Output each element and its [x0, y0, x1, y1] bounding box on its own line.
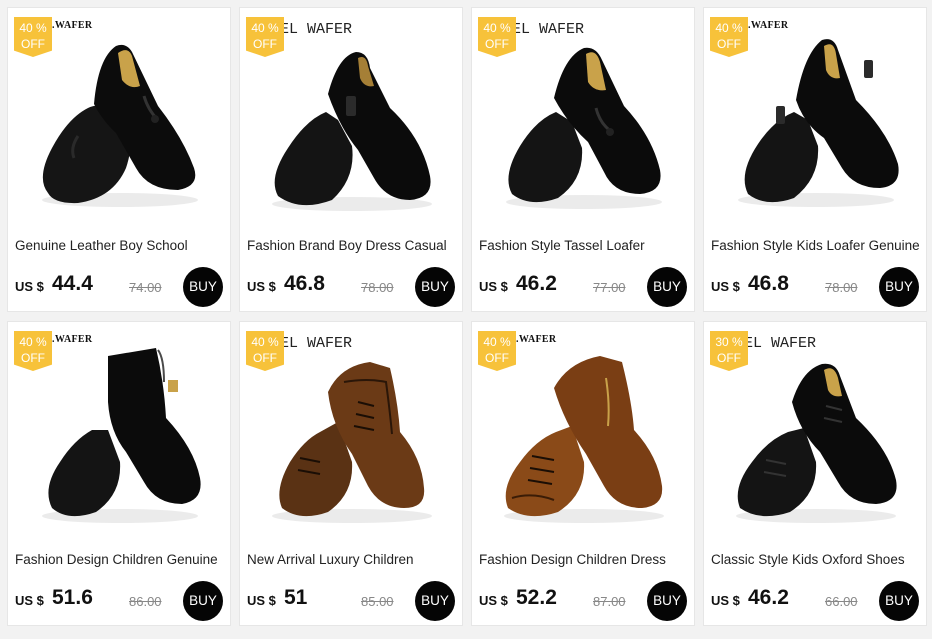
- sale-price: 52.2: [516, 586, 557, 609]
- currency-label: US $: [15, 593, 44, 608]
- buy-button[interactable]: BUY: [647, 267, 687, 307]
- sale-price: 46.8: [748, 272, 789, 295]
- price-row: US $ 46.2 77.00 BUY: [479, 267, 691, 307]
- product-title[interactable]: New Arrival Luxury Children: [247, 552, 459, 567]
- product-title[interactable]: Fashion Style Tassel Loafer: [479, 238, 691, 253]
- currency-label: US $: [247, 279, 276, 294]
- buy-button[interactable]: BUY: [415, 581, 455, 621]
- original-price: 77.00: [593, 280, 626, 295]
- price-row: US $ 44.4 74.00 BUY: [15, 267, 227, 307]
- product-grid: .WAFER 40 % OFF Genuine Leather Boy Schoo…: [0, 0, 932, 639]
- product-title[interactable]: Fashion Style Kids Loafer Genuine: [711, 238, 923, 253]
- currency-label: US $: [479, 593, 508, 608]
- product-card[interactable]: .WAFER 40 % OFF Genuine Leather Boy Schoo…: [7, 7, 231, 312]
- buy-button[interactable]: BUY: [879, 267, 919, 307]
- discount-badge: 40 % OFF: [14, 331, 52, 371]
- original-price: 66.00: [825, 594, 858, 609]
- buy-button[interactable]: BUY: [647, 581, 687, 621]
- original-price: 78.00: [825, 280, 858, 295]
- price-row: US $ 52.2 87.00 BUY: [479, 581, 691, 621]
- original-price: 78.00: [361, 280, 394, 295]
- product-card[interactable]: .WAFER 40 % OFF Fashion Design Children D…: [471, 321, 695, 626]
- product-card[interactable]: EL WAFER 30 % OFF Classic Style Kids Oxfo…: [703, 321, 927, 626]
- price-row: US $ 51 85.00 BUY: [247, 581, 459, 621]
- currency-label: US $: [711, 593, 740, 608]
- product-title[interactable]: Fashion Design Children Genuine: [15, 552, 227, 567]
- product-card[interactable]: EL WAFER 40 % OFF New Arrival Luxury Chil…: [239, 321, 463, 626]
- buy-button[interactable]: BUY: [415, 267, 455, 307]
- currency-label: US $: [247, 593, 276, 608]
- price-row: US $ 51.6 86.00 BUY: [15, 581, 227, 621]
- sale-price: 46.2: [748, 586, 789, 609]
- discount-badge: 40 % OFF: [478, 331, 516, 371]
- discount-badge: 40 % OFF: [246, 331, 284, 371]
- buy-button[interactable]: BUY: [183, 267, 223, 307]
- product-card[interactable]: EL WAFER 40 % OFF Fashion Brand Boy Dress…: [239, 7, 463, 312]
- original-price: 87.00: [593, 594, 626, 609]
- sale-price: 46.2: [516, 272, 557, 295]
- price-row: US $ 46.8 78.00 BUY: [711, 267, 923, 307]
- product-title[interactable]: Fashion Design Children Dress: [479, 552, 691, 567]
- currency-label: US $: [479, 279, 508, 294]
- sale-price: 51: [284, 586, 308, 609]
- sale-price: 46.8: [284, 272, 325, 295]
- product-card[interactable]: EL WAFER 40 % OFF Fashion Style Tassel Lo…: [471, 7, 695, 312]
- discount-badge: 40 % OFF: [478, 17, 516, 57]
- original-price: 85.00: [361, 594, 394, 609]
- discount-badge: 40 % OFF: [710, 17, 748, 57]
- product-title[interactable]: Classic Style Kids Oxford Shoes: [711, 552, 923, 567]
- discount-badge: 40 % OFF: [246, 17, 284, 57]
- price-row: US $ 46.8 78.00 BUY: [247, 267, 459, 307]
- sale-price: 51.6: [52, 586, 93, 609]
- buy-button[interactable]: BUY: [183, 581, 223, 621]
- sale-price: 44.4: [52, 272, 93, 295]
- discount-badge: 30 % OFF: [710, 331, 748, 371]
- price-row: US $ 46.2 66.00 BUY: [711, 581, 923, 621]
- discount-badge: 40 % OFF: [14, 17, 52, 57]
- currency-label: US $: [711, 279, 740, 294]
- product-card[interactable]: .WAFER 40 % OFF Fashion Design Children G…: [7, 321, 231, 626]
- buy-button[interactable]: BUY: [879, 581, 919, 621]
- original-price: 86.00: [129, 594, 162, 609]
- product-title[interactable]: Genuine Leather Boy School: [15, 238, 227, 253]
- currency-label: US $: [15, 279, 44, 294]
- product-card[interactable]: .WAFER 40 % OFF Fashion Style Kids Loafer…: [703, 7, 927, 312]
- original-price: 74.00: [129, 280, 162, 295]
- product-title[interactable]: Fashion Brand Boy Dress Casual: [247, 238, 459, 253]
